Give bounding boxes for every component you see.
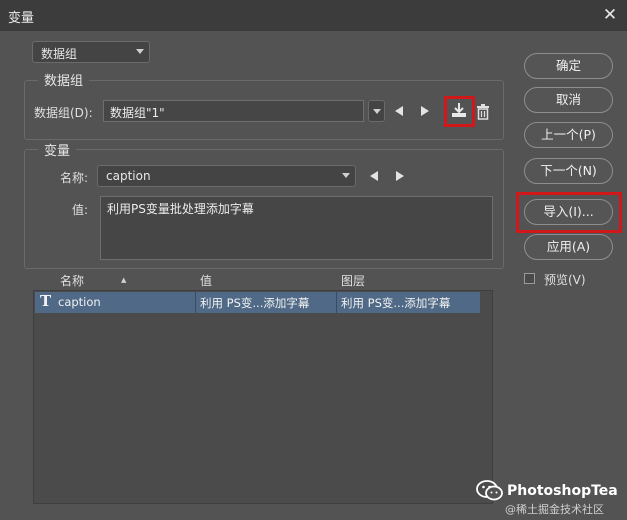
data-group-value: 数据组"1" xyxy=(110,106,165,120)
row-value: 利用 PS变...添加字幕 xyxy=(200,296,310,310)
sort-ascending-icon: ▲ xyxy=(121,276,127,284)
window-title: 变量 xyxy=(8,11,35,26)
column-header-name[interactable]: 名称 xyxy=(60,272,84,289)
variables-table[interactable]: T caption 利用 PS变...添加字幕 利用 PS变...添加字幕 xyxy=(33,290,493,504)
row-name: caption xyxy=(58,295,101,309)
apply-button[interactable]: 应用(A) xyxy=(524,234,613,260)
trash-icon[interactable] xyxy=(476,104,490,120)
variable-value-textarea[interactable]: 利用PS变量批处理添加字幕 xyxy=(100,196,493,260)
variable-value-text: 利用PS变量批处理添加字幕 xyxy=(107,202,254,216)
data-group-field[interactable]: 数据组"1" xyxy=(103,100,364,122)
column-divider xyxy=(336,292,337,313)
variable-name-value: caption xyxy=(106,169,151,183)
data-group-dropdown[interactable] xyxy=(368,100,385,122)
value-label: 值: xyxy=(72,203,89,217)
title-bar: 变量 ✕ xyxy=(0,0,627,31)
data-group-label: 数据组(D): xyxy=(34,106,93,120)
ok-button[interactable]: 确定 xyxy=(524,53,613,79)
prev-group-icon[interactable] xyxy=(395,106,403,116)
column-header-value[interactable]: 值 xyxy=(200,272,212,289)
mode-select[interactable]: 数据组 xyxy=(32,41,150,63)
column-header-layer[interactable]: 图层 xyxy=(341,272,365,289)
variable-legend: 变量 xyxy=(38,140,77,159)
watermark-brand: PhotoshopTea xyxy=(507,483,618,499)
next-variable-icon[interactable] xyxy=(396,171,404,181)
next-group-icon[interactable] xyxy=(421,106,429,116)
preview-label[interactable]: 预览(V) xyxy=(544,271,586,288)
data-group-legend: 数据组 xyxy=(38,70,90,89)
text-layer-icon: T xyxy=(40,292,52,310)
row-layer: 利用 PS变...添加字幕 xyxy=(341,296,451,310)
column-divider xyxy=(195,292,196,313)
watermark-community: @稀土掘金技术社区 xyxy=(505,503,604,516)
chevron-down-icon xyxy=(136,49,144,54)
mode-select-value: 数据组 xyxy=(41,47,78,61)
preview-checkbox[interactable] xyxy=(524,273,535,284)
name-label: 名称: xyxy=(60,171,89,185)
import-data-icon[interactable] xyxy=(449,101,469,121)
chevron-down-icon xyxy=(373,109,381,114)
previous-button[interactable]: 上一个(P) xyxy=(524,122,613,148)
next-button[interactable]: 下一个(N) xyxy=(524,158,613,184)
chevron-down-icon xyxy=(342,173,350,178)
close-icon[interactable]: ✕ xyxy=(599,4,621,26)
cancel-button[interactable]: 取消 xyxy=(524,87,613,113)
table-row[interactable]: T caption 利用 PS变...添加字幕 利用 PS变...添加字幕 xyxy=(35,292,480,313)
variable-name-select[interactable]: caption xyxy=(97,165,356,187)
prev-variable-icon[interactable] xyxy=(370,171,378,181)
wechat-icon xyxy=(476,480,504,502)
import-button[interactable]: 导入(I)... xyxy=(524,199,613,225)
